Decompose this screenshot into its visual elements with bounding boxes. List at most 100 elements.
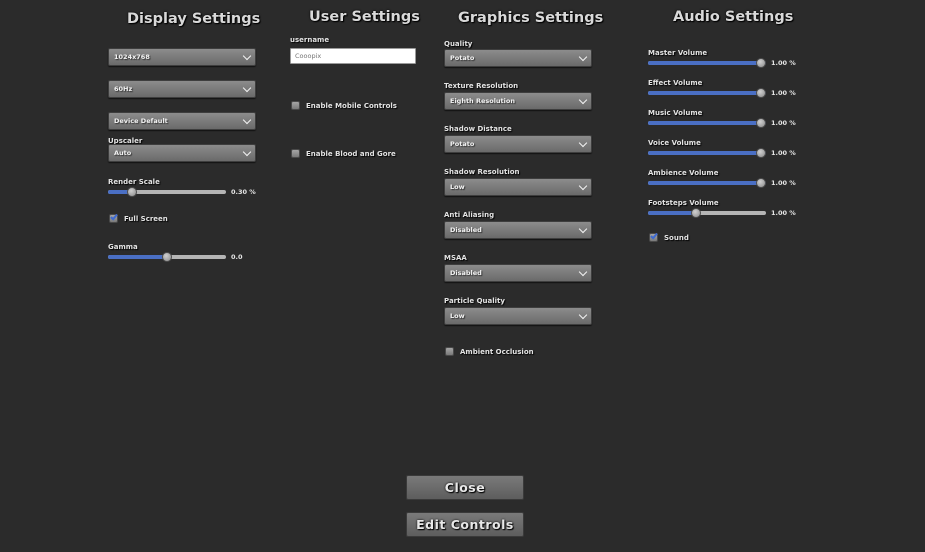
- device-value: Device Default: [114, 117, 168, 125]
- chevron-down-icon: [242, 115, 252, 125]
- ambience-volume-label: Ambience Volume: [648, 169, 719, 177]
- gamma-handle[interactable]: [162, 252, 172, 262]
- render-scale-fill: [108, 190, 130, 194]
- refresh-rate-dropdown[interactable]: 60Hz: [108, 80, 256, 98]
- texture-resolution-label: Texture Resolution: [444, 82, 519, 90]
- chevron-down-icon: [242, 51, 252, 61]
- texture-resolution-dropdown[interactable]: Eighth Resolution: [444, 92, 592, 110]
- chevron-down-icon: [578, 138, 588, 148]
- effect-volume-value: 1.00 %: [771, 89, 796, 97]
- voice-volume-fill: [648, 151, 766, 155]
- anti-aliasing-label: Anti Aliasing: [444, 211, 495, 219]
- music-volume-handle[interactable]: [756, 118, 766, 128]
- blood-gore-checkbox[interactable]: [291, 149, 300, 158]
- render-scale-label: Render Scale: [108, 178, 160, 186]
- effect-volume-slider[interactable]: [648, 88, 766, 98]
- effect-volume-label: Effect Volume: [648, 79, 703, 87]
- voice-volume-label: Voice Volume: [648, 139, 701, 147]
- shadow-resolution-label: Shadow Resolution: [444, 168, 520, 176]
- quality-dropdown[interactable]: Potato: [444, 49, 592, 67]
- chevron-down-icon: [578, 310, 588, 320]
- music-volume-label: Music Volume: [648, 109, 703, 117]
- anti-aliasing-dropdown[interactable]: Disabled: [444, 221, 592, 239]
- chevron-down-icon: [242, 147, 252, 157]
- render-scale-handle[interactable]: [127, 187, 138, 197]
- voice-volume-slider[interactable]: [648, 148, 766, 158]
- chevron-down-icon: [578, 52, 588, 62]
- close-button[interactable]: Close: [406, 475, 524, 500]
- ambient-occlusion-label: Ambient Occlusion: [460, 348, 534, 356]
- quality-value: Potato: [450, 54, 475, 62]
- chevron-down-icon: [578, 95, 588, 105]
- ambience-volume-handle[interactable]: [756, 178, 766, 188]
- fullscreen-label: Full Screen: [124, 215, 168, 223]
- check-icon: [110, 212, 118, 221]
- anti-aliasing-value: Disabled: [450, 226, 482, 234]
- ambience-volume-slider[interactable]: [648, 178, 766, 188]
- master-volume-value: 1.00 %: [771, 59, 796, 67]
- audio-settings-title: Audio Settings: [673, 9, 794, 25]
- fullscreen-checkbox[interactable]: [109, 212, 118, 223]
- shadow-distance-label: Shadow Distance: [444, 125, 512, 133]
- gamma-label: Gamma: [108, 243, 138, 251]
- display-settings-title: Display Settings: [127, 11, 261, 27]
- quality-label: Quality: [444, 40, 473, 48]
- gamma-fill: [108, 255, 167, 259]
- sound-label: Sound: [664, 234, 689, 242]
- master-volume-slider[interactable]: [648, 58, 766, 68]
- gamma-value: 0.0: [231, 253, 243, 261]
- voice-volume-handle[interactable]: [756, 148, 766, 158]
- upscaler-value: Auto: [114, 149, 132, 157]
- chevron-down-icon: [578, 181, 588, 191]
- ambient-occlusion-checkbox[interactable]: [445, 347, 454, 356]
- chevron-down-icon: [578, 224, 588, 234]
- footsteps-volume-label: Footsteps Volume: [648, 199, 719, 207]
- music-volume-value: 1.00 %: [771, 119, 796, 127]
- effect-volume-handle[interactable]: [756, 88, 766, 98]
- graphics-settings-title: Graphics Settings: [458, 10, 604, 26]
- resolution-dropdown[interactable]: 1024x768: [108, 48, 256, 66]
- chevron-down-icon: [242, 83, 252, 93]
- msaa-value: Disabled: [450, 269, 482, 277]
- resolution-value: 1024x768: [114, 53, 150, 61]
- music-volume-slider[interactable]: [648, 118, 766, 128]
- shadow-resolution-dropdown[interactable]: Low: [444, 178, 592, 196]
- voice-volume-value: 1.00 %: [771, 149, 796, 157]
- msaa-dropdown[interactable]: Disabled: [444, 264, 592, 282]
- check-icon: [650, 231, 658, 240]
- mobile-controls-label: Enable Mobile Controls: [306, 102, 397, 110]
- shadow-distance-dropdown[interactable]: Potato: [444, 135, 592, 153]
- effect-volume-fill: [648, 91, 766, 95]
- ambience-volume-fill: [648, 181, 766, 185]
- particle-quality-label: Particle Quality: [444, 297, 505, 305]
- footsteps-volume-slider[interactable]: [648, 208, 766, 218]
- edit-controls-button[interactable]: Edit Controls: [406, 512, 524, 537]
- blood-gore-label: Enable Blood and Gore: [306, 150, 396, 158]
- refresh-rate-value: 60Hz: [114, 85, 133, 93]
- user-settings-title: User Settings: [309, 9, 420, 25]
- device-dropdown[interactable]: Device Default: [108, 112, 256, 130]
- username-label: username: [290, 36, 330, 44]
- shadow-resolution-value: Low: [450, 183, 465, 191]
- footsteps-volume-value: 1.00 %: [771, 209, 796, 217]
- master-volume-label: Master Volume: [648, 49, 708, 57]
- chevron-down-icon: [578, 267, 588, 277]
- music-volume-fill: [648, 121, 766, 125]
- texture-resolution-value: Eighth Resolution: [450, 97, 515, 105]
- username-input[interactable]: [290, 48, 416, 64]
- particle-quality-dropdown[interactable]: Low: [444, 307, 592, 325]
- footsteps-volume-fill: [648, 211, 696, 215]
- ambience-volume-value: 1.00 %: [771, 179, 796, 187]
- master-volume-fill: [648, 61, 766, 65]
- shadow-distance-value: Potato: [450, 140, 475, 148]
- gamma-slider[interactable]: [108, 252, 226, 262]
- master-volume-handle[interactable]: [756, 58, 766, 68]
- render-scale-slider[interactable]: [108, 187, 226, 197]
- msaa-label: MSAA: [444, 254, 467, 262]
- render-scale-value: 0.30 %: [231, 188, 256, 196]
- upscaler-dropdown[interactable]: Auto: [108, 144, 256, 162]
- particle-quality-value: Low: [450, 312, 465, 320]
- footsteps-volume-handle[interactable]: [691, 208, 702, 218]
- sound-checkbox[interactable]: [649, 231, 658, 242]
- mobile-controls-checkbox[interactable]: [291, 101, 300, 110]
